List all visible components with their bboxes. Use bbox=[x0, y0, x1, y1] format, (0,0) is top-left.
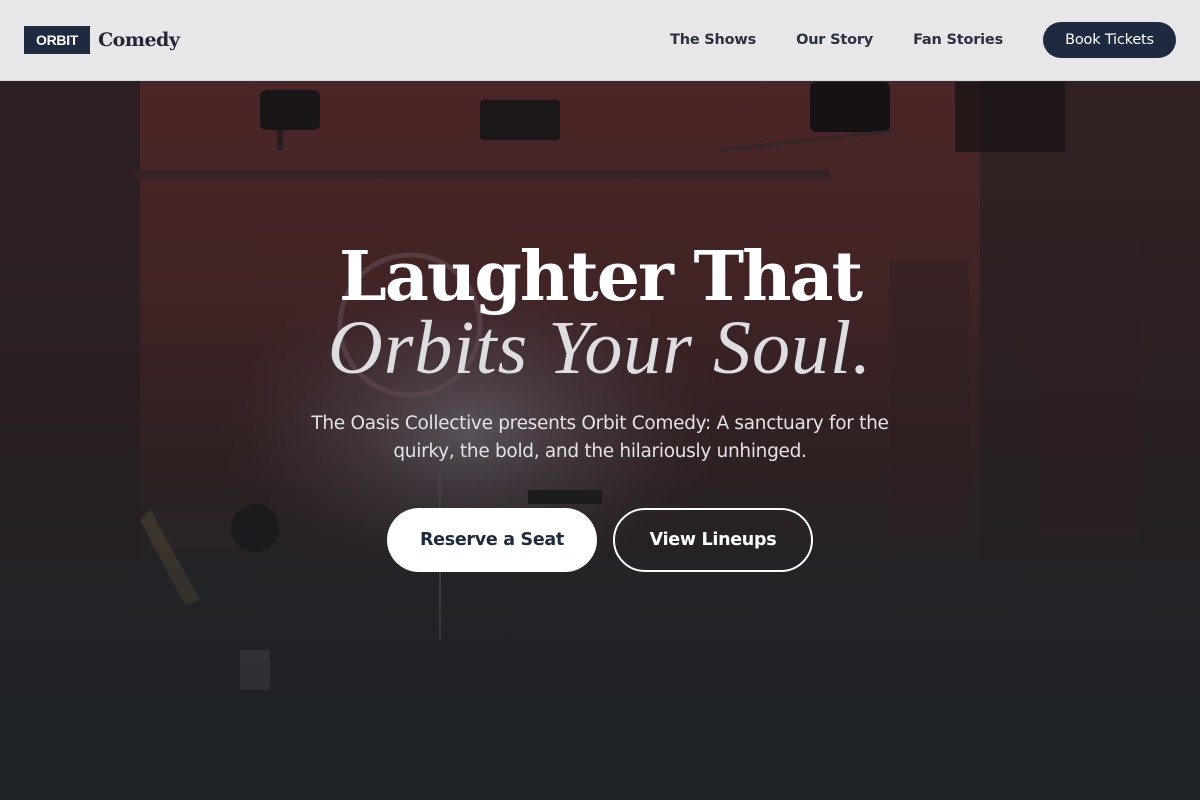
hero-subtitle: The Oasis Collective presents Orbit Come… bbox=[311, 413, 889, 462]
nav-link-fan-stories[interactable]: Fan Stories bbox=[913, 32, 1003, 48]
hero-headline-line2: Orbits Your Soul. bbox=[327, 306, 873, 390]
hero-cta-row: Reserve a Seat View Lineups bbox=[0, 508, 1200, 572]
view-lineups-button[interactable]: View Lineups bbox=[613, 508, 813, 572]
brand-badge: ORBIT bbox=[24, 26, 91, 54]
hero-content: Laughter That Orbits Your Soul. The Oasi… bbox=[0, 236, 1200, 572]
book-tickets-button[interactable]: Book Tickets bbox=[1043, 22, 1176, 58]
nav-link-our-story[interactable]: Our Story bbox=[796, 32, 873, 48]
nav-link-the-shows[interactable]: The Shows bbox=[670, 32, 756, 48]
brand-name: Comedy bbox=[98, 29, 180, 51]
reserve-seat-button[interactable]: Reserve a Seat bbox=[387, 508, 597, 572]
brand-logo[interactable]: ORBIT Comedy bbox=[24, 26, 180, 54]
top-navbar: ORBIT Comedy The Shows Our Story Fan Sto… bbox=[0, 0, 1200, 81]
nav-links: The Shows Our Story Fan Stories bbox=[670, 32, 1003, 48]
hero-section: Laughter That Orbits Your Soul. The Oasi… bbox=[0, 0, 1200, 800]
